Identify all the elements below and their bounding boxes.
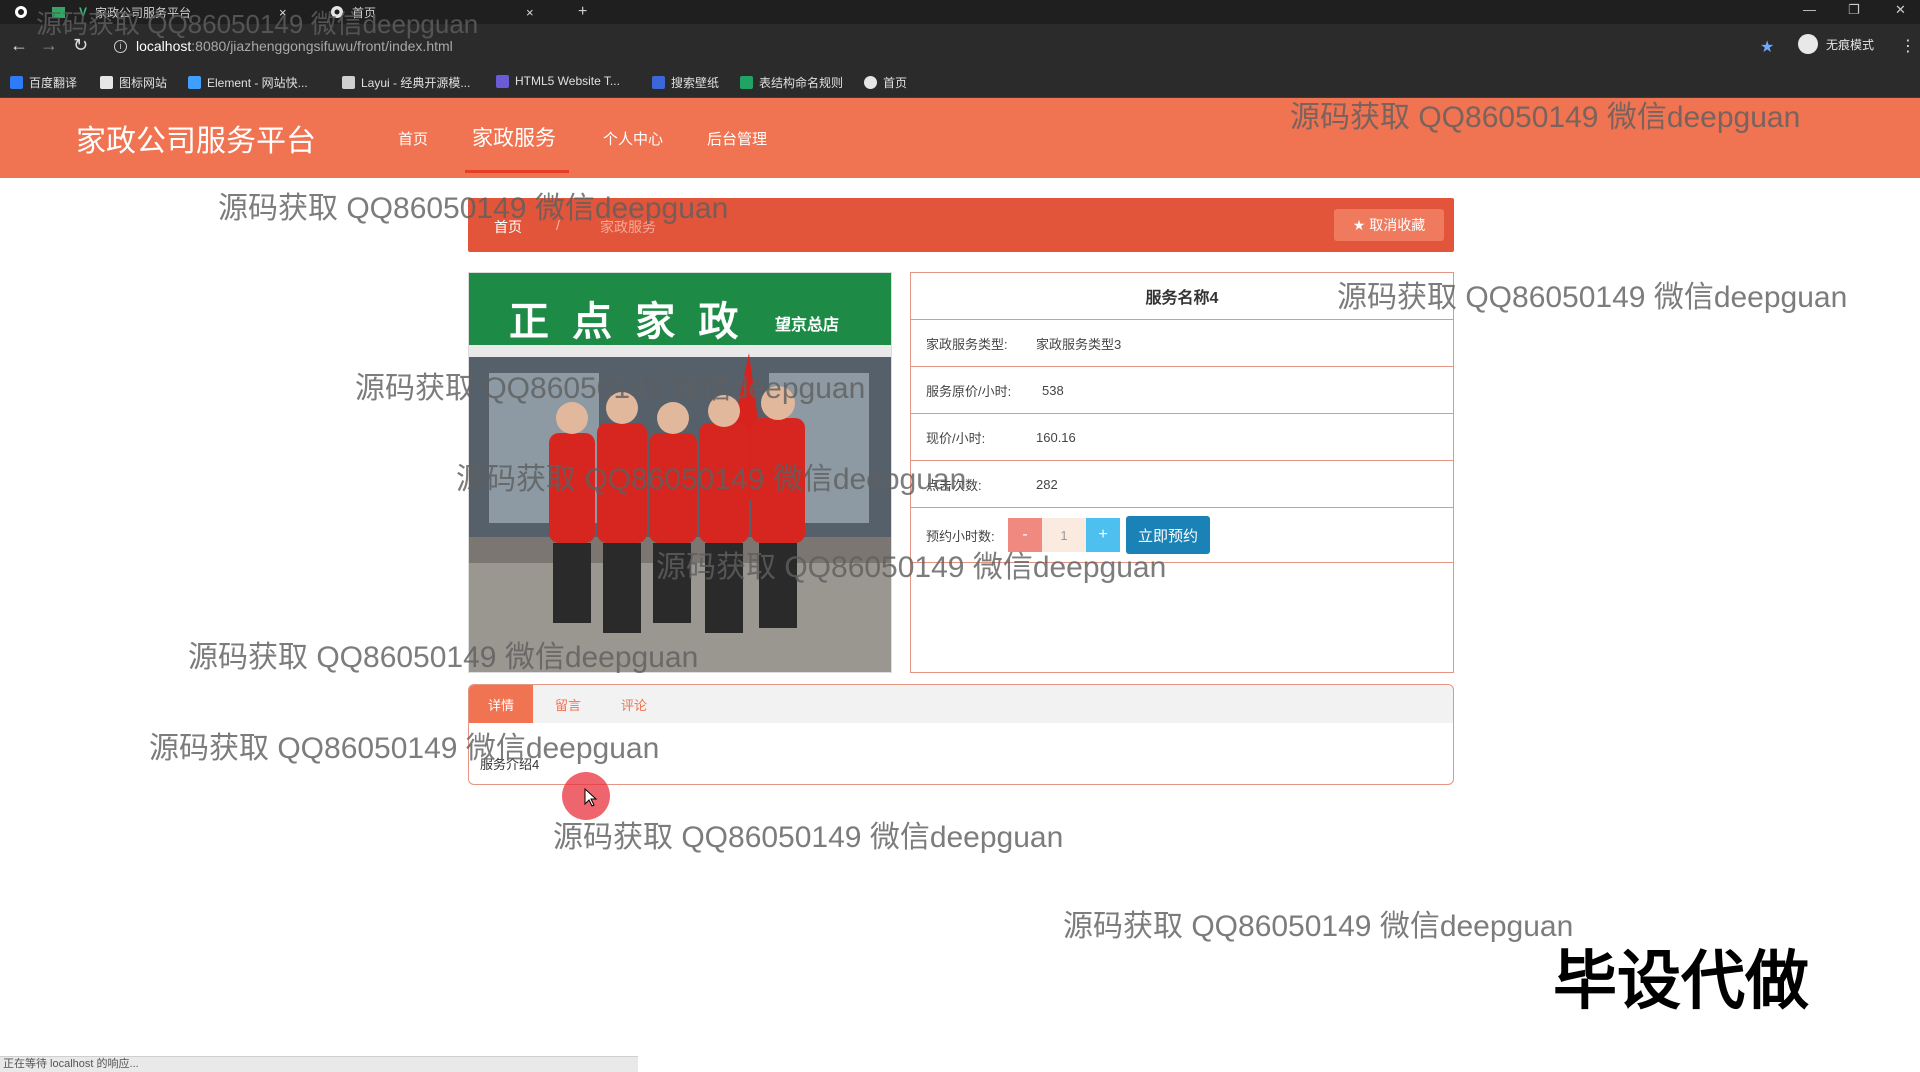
field-value: 282 (1036, 476, 1058, 492)
browser-menu-kebab-icon[interactable]: ⋮ (1900, 36, 1916, 56)
tab-comments[interactable]: 评论 (606, 685, 662, 723)
field-label: 服务原价/小时: (926, 383, 1012, 399)
translate-icon (10, 76, 23, 89)
nav-home[interactable]: 首页 (398, 128, 428, 149)
new-tab-button[interactable]: + (578, 0, 587, 24)
layui-icon (342, 76, 355, 89)
browser-menu-icon[interactable] (14, 0, 28, 24)
watermark: 源码获取 QQ86050149 微信deepguan (456, 463, 967, 496)
bookmark-item[interactable]: 搜索壁纸 (652, 74, 719, 91)
info-icon: i (114, 39, 127, 53)
watermark: 源码获取 QQ86050149 微信deepguan (553, 821, 1064, 854)
wallpaper-icon (652, 76, 665, 89)
shop-sign-text: 正 点 家 政 (509, 300, 745, 344)
watermark: 源码获取 QQ86050149 微信deepguan (36, 9, 479, 39)
watermark: 源码获取 QQ86050149 微信deepguan (218, 192, 729, 225)
watermark: 源码获取 QQ86050149 微信deepguan (1290, 101, 1801, 134)
watermark: 源码获取 QQ86050149 微信deepguan (355, 372, 866, 405)
restore-icon[interactable]: ❐ (1848, 2, 1860, 18)
globe-icon (864, 76, 877, 89)
watermark: 源码获取 QQ86050149 微信deepguan (1063, 910, 1574, 943)
info-row-type: 家政服务类型: 家政服务类型3 (910, 320, 1454, 367)
watermark: 源码获取 QQ86050149 微信deepguan (1337, 281, 1848, 314)
minimize-icon[interactable]: — (1803, 2, 1816, 17)
element-icon (188, 76, 201, 89)
info-row-original-price: 服务原价/小时: 538 (910, 367, 1454, 414)
bookmark-item[interactable]: Layui - 经典开源模... (342, 74, 470, 91)
bookmark-item[interactable]: 百度翻译 (10, 74, 77, 91)
promo-text: 毕设代做 (1553, 945, 1809, 1017)
field-label: 现价/小时: (926, 430, 986, 446)
incognito-label: 无痕模式 (1826, 37, 1875, 52)
sheet-icon (740, 76, 753, 89)
bookmark-item[interactable]: HTML5 Website T... (496, 74, 620, 88)
bookmark-item[interactable]: Element - 网站快... (188, 74, 308, 91)
back-icon[interactable]: ← (10, 36, 28, 54)
field-label: 家政服务类型: (926, 336, 1008, 352)
incognito-icon (1798, 34, 1818, 54)
watermark: 源码获取 QQ86050149 微信deepguan (188, 641, 699, 674)
bookmark-star-icon[interactable]: ★ (1760, 37, 1774, 57)
bookmark-item[interactable]: 首页 (864, 74, 907, 91)
tab-messages[interactable]: 留言 (540, 685, 596, 723)
tab-detail[interactable]: 详情 (469, 685, 533, 723)
unfavorite-button[interactable]: ★ 取消收藏 (1334, 209, 1444, 241)
field-value: 160.16 (1036, 429, 1076, 445)
info-row-clicks: 点击次数: 282 (910, 461, 1454, 508)
tab-close-icon[interactable]: × (526, 5, 534, 20)
watermark: 源码获取 QQ86050149 微信deepguan (149, 732, 660, 765)
shop-sign-subtext: 望京总店 (775, 317, 840, 334)
html5-icon (496, 74, 509, 88)
close-window-icon[interactable]: ✕ (1895, 2, 1906, 18)
bookmark-item[interactable]: 图标网站 (100, 74, 167, 91)
field-value: 家政服务类型3 (1036, 336, 1122, 352)
flag-icon (100, 76, 113, 89)
nav-personal-center[interactable]: 个人中心 (603, 128, 663, 149)
info-row-current-price: 现价/小时: 160.16 (910, 414, 1454, 461)
nav-housekeeping[interactable]: 家政服务 (472, 122, 556, 152)
bookmark-item[interactable]: 表结构命名规则 (740, 74, 843, 91)
cursor-icon (584, 788, 598, 807)
nav-active-indicator (465, 170, 569, 173)
nav-admin[interactable]: 后台管理 (707, 128, 767, 149)
site-title: 家政公司服务平台 (76, 125, 316, 158)
field-value: 538 (1042, 382, 1064, 398)
watermark: 源码获取 QQ86050149 微信deepguan (656, 551, 1167, 584)
incognito-indicator[interactable]: 无痕模式 (1798, 34, 1874, 54)
browser-status-bar: 正在等待 localhost 的响应... (0, 1056, 638, 1072)
